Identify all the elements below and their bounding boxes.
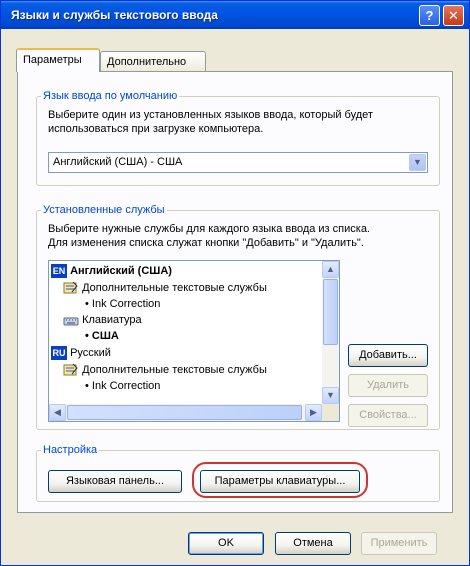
scroll-left-button[interactable]: ◀ [49,404,66,421]
help-button[interactable]: ? [419,5,440,26]
tree-item-russian[interactable]: RU Русский [51,345,111,361]
tree-item-ru-ink[interactable]: • Ink Correction [85,378,160,394]
language-bar-button-label: Языковая панель... [65,475,165,487]
add-button[interactable]: Добавить... [348,344,428,367]
tree-item-en-layout[interactable]: • США [85,328,119,344]
default-language-legend: Язык ввода по умолчанию [43,90,178,102]
bullet-icon: • [85,298,89,310]
tree-item-en-ink-label: Ink Correction [91,298,161,310]
properties-button[interactable]: Свойства... [348,404,428,427]
close-button[interactable]: ✕ [443,5,464,26]
remove-button[interactable]: Удалить [348,374,428,397]
tab-advanced[interactable]: Дополнительно [100,51,206,73]
vertical-scroll-thumb[interactable] [323,279,338,345]
installed-services-desc-1: Выберите нужные службы для каждого языка… [48,223,370,235]
tree-item-en-text-services[interactable]: Дополнительные текстовые службы [63,280,267,296]
tree-item-en-keyboard[interactable]: Клавиатура [63,312,142,328]
installed-services-desc-2: Для изменения списка служат кнопки "Доба… [48,237,364,249]
keyboard-icon [63,313,79,327]
vertical-scrollbar[interactable]: ▲ ▼ [322,261,339,404]
tree-item-ru-ink-label: Ink Correction [91,380,161,392]
default-language-desc-2: использоваться при загрузке компьютера. [48,123,264,135]
services-tree[interactable]: EN Английский (США) Дополнительные текст… [48,260,340,422]
language-badge-ru: RU [51,346,67,361]
properties-button-label: Свойства... [359,409,417,421]
scroll-right-button[interactable]: ▶ [305,404,322,421]
default-language-select[interactable]: Английский (США) - США ▼ [48,152,428,173]
apply-button[interactable]: Применить [361,532,437,555]
installed-services-legend: Установленные службы [43,204,165,216]
tree-item-russian-label: Русский [70,347,111,359]
settings-legend: Настройка [43,444,98,456]
language-bar-button[interactable]: Языковая панель... [48,470,182,493]
scroll-down-button[interactable]: ▼ [322,387,339,404]
tree-item-en-layout-label: США [91,330,119,342]
text-services-icon [63,281,79,295]
cancel-button[interactable]: Отмена [275,532,351,555]
bullet-icon: • [85,330,89,342]
tree-item-ru-text-services-label: Дополнительные текстовые службы [82,364,267,376]
tree-item-en-keyboard-label: Клавиатура [82,314,142,326]
tab-advanced-label: Дополнительно [107,56,187,68]
help-icon: ? [425,8,434,23]
tab-panel-parameters: Язык ввода по умолчанию Выберите один из… [17,71,453,513]
tree-item-ru-text-services[interactable]: Дополнительные текстовые службы [63,362,267,378]
apply-button-label: Применить [370,537,428,549]
scroll-up-button[interactable]: ▲ [322,261,339,278]
language-badge-en: EN [51,264,67,279]
chevron-down-icon[interactable]: ▼ [409,154,426,171]
window-title: Языки и службы текстового ввода [11,8,218,22]
cancel-button-label: Отмена [293,537,333,549]
default-language-desc-1: Выберите один из установленных языков вв… [48,109,373,121]
dialog-window: Языки и службы текстового ввода ? ✕ Пара… [0,0,470,566]
horizontal-scrollbar[interactable]: ◀ ▶ [49,404,322,421]
bullet-icon: • [85,380,89,392]
horizontal-scroll-thumb[interactable] [67,405,302,420]
remove-button-label: Удалить [367,379,409,391]
tree-item-en-ink[interactable]: • Ink Correction [85,296,160,312]
title-bar[interactable]: Языки и службы текстового ввода ? ✕ [1,1,469,29]
ok-button[interactable]: OK [188,532,264,555]
default-language-value: Английский (США) - США [53,156,183,168]
highlight-annotation [192,462,368,498]
ok-button-label: OK [218,537,234,549]
add-button-label: Добавить... [359,349,417,361]
close-icon: ✕ [448,8,459,23]
tab-parameters-label: Параметры [23,54,82,66]
tree-item-en-text-services-label: Дополнительные текстовые службы [82,282,267,294]
text-services-icon [63,363,79,377]
tab-parameters[interactable]: Параметры [16,48,100,72]
tree-item-english-label: Английский (США) [70,265,172,277]
scroll-corner [322,404,339,421]
tree-item-english[interactable]: EN Английский (США) [51,263,172,279]
